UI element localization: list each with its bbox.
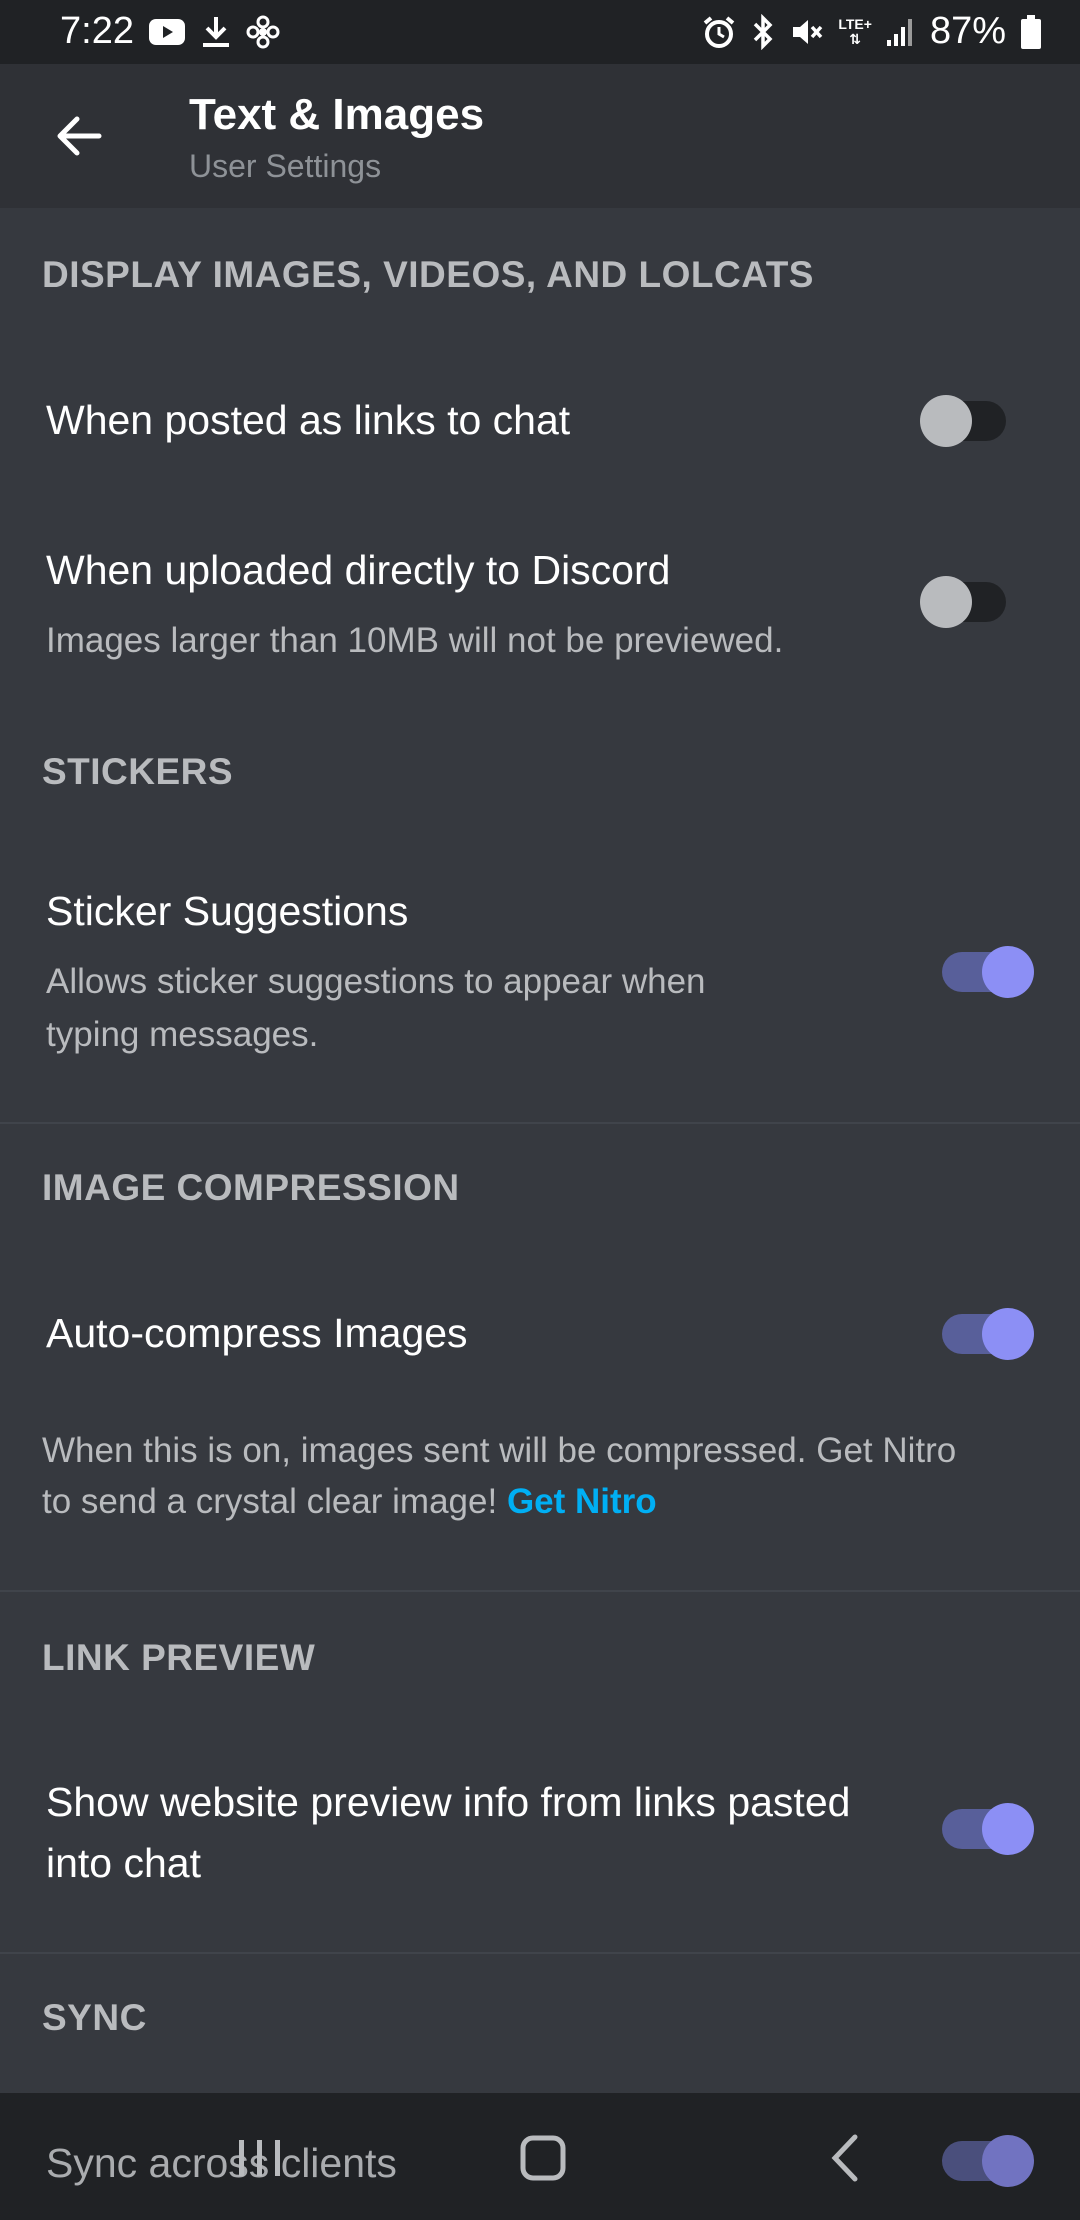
mute-icon [790, 11, 824, 53]
section-header-stickers: STICKERS [42, 751, 234, 792]
youtube-icon [148, 11, 186, 53]
divider [0, 1952, 1080, 1954]
sync-across-clients-label: Sync across clients [46, 2140, 397, 2186]
status-time: 7:22 [60, 10, 134, 52]
section-header-image-compression: IMAGE COMPRESSION [42, 1167, 460, 1208]
link-preview-label: Show website preview info from links pas… [46, 1772, 850, 1894]
uploaded-to-discord-description: Images larger than 10MB will not be prev… [46, 621, 784, 660]
toggle-thumb [982, 1308, 1034, 1360]
home-button[interactable] [483, 2123, 603, 2193]
chevron-left-icon [831, 2134, 858, 2182]
section-header-link-preview: LINK PREVIEW [42, 1637, 316, 1678]
sticker-suggestions-description-line1: Allows sticker suggestions to appear whe… [46, 962, 706, 1001]
page-subtitle: User Settings [189, 148, 382, 184]
auto-compress-toggle[interactable] [942, 1308, 1034, 1360]
nav-back-button[interactable] [785, 2123, 905, 2193]
compression-note: When this is on, images sent will be com… [42, 1425, 1042, 1527]
sync-across-clients-toggle[interactable] [942, 2135, 1034, 2187]
divider [0, 1590, 1080, 1592]
auto-compress-label: Auto-compress Images [46, 1310, 468, 1356]
battery-icon [1020, 11, 1042, 53]
compression-note-line2-wrap: to send a crystal clear image! Get Nitro [42, 1476, 1042, 1527]
status-bar: 7:22 LTE+ ⇅ 87% [0, 0, 1080, 64]
toggle-thumb [982, 946, 1034, 998]
compression-note-line2: to send a crystal clear image! [42, 1482, 498, 1521]
app-bar: Text & Images User Settings [0, 64, 1080, 208]
toggle-thumb [982, 2135, 1034, 2187]
link-preview-label-line1: Show website preview info from links pas… [46, 1779, 851, 1825]
uploaded-to-discord-label: When uploaded directly to Discord [46, 547, 671, 593]
toggle-thumb [920, 576, 972, 628]
bluetooth-icon [750, 11, 776, 53]
link-preview-label-line2: into chat [46, 1840, 201, 1886]
link-preview-toggle[interactable] [942, 1803, 1034, 1855]
lte-icon: LTE+ ⇅ [838, 15, 872, 47]
toggle-thumb [920, 395, 972, 447]
sticker-suggestions-toggle[interactable] [942, 946, 1034, 998]
home-icon [520, 2135, 566, 2181]
sticker-suggestions-description-line2: typing messages. [46, 1015, 319, 1054]
page-title: Text & Images [189, 90, 485, 139]
section-header-sync: SYNC [42, 1997, 147, 2038]
compression-note-line1: When this is on, images sent will be com… [42, 1431, 957, 1470]
alarm-icon [702, 11, 736, 53]
toggle-thumb [982, 1803, 1034, 1855]
sticker-suggestions-label: Sticker Suggestions [46, 888, 409, 934]
section-header-display: DISPLAY IMAGES, VIDEOS, AND LOLCATS [42, 254, 814, 295]
get-nitro-link[interactable]: Get Nitro [507, 1482, 657, 1521]
download-icon [200, 11, 232, 53]
links-to-chat-label: When posted as links to chat [46, 397, 571, 443]
signal-icon [886, 11, 916, 53]
arrow-left-icon [57, 116, 102, 156]
links-to-chat-toggle[interactable] [920, 395, 1006, 447]
fan-icon [246, 11, 280, 53]
divider [0, 1122, 1080, 1124]
battery-percent: 87% [929, 10, 1006, 52]
back-button[interactable] [44, 104, 114, 168]
uploaded-to-discord-toggle[interactable] [920, 576, 1006, 628]
